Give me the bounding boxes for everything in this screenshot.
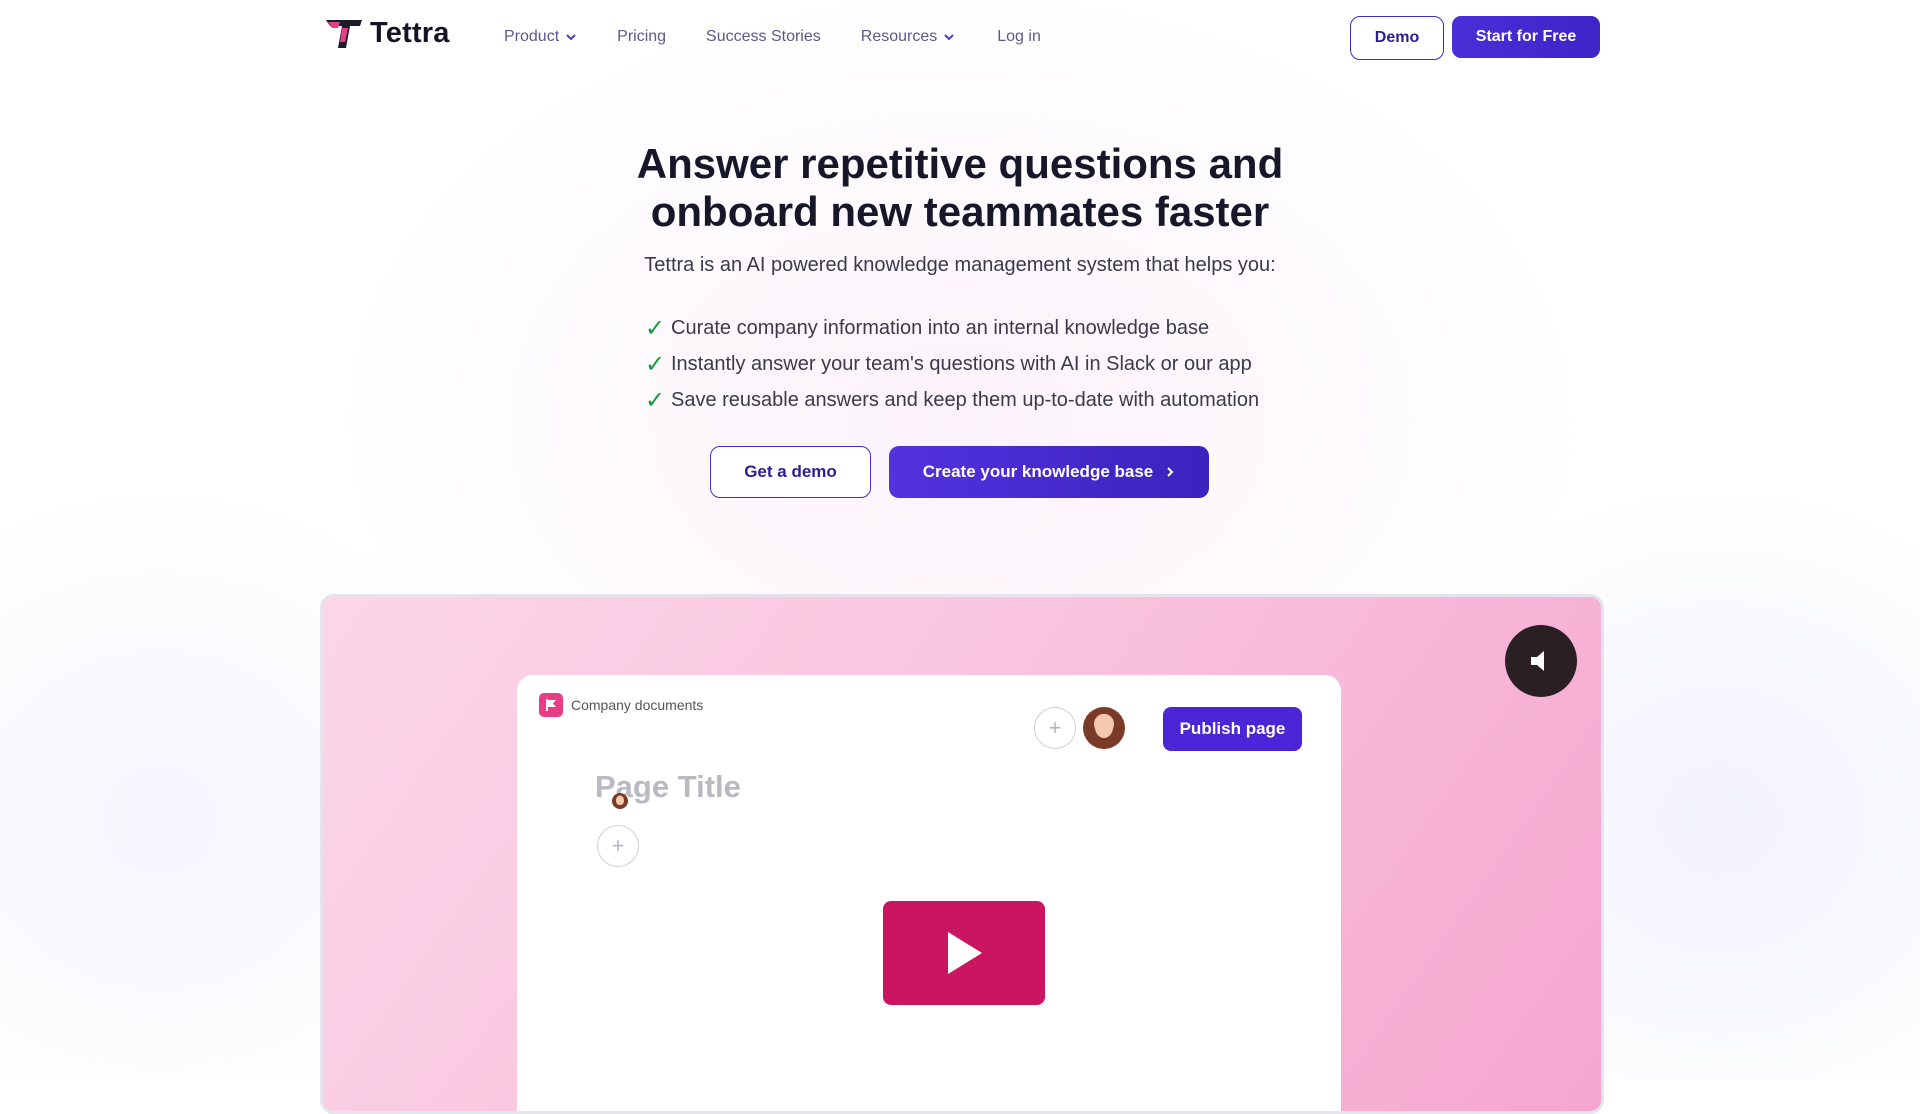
doc-folder-label: Company documents [571, 697, 704, 713]
benefit-list: ✓ Curate company information into an int… [645, 310, 1259, 418]
nav-resources-label: Resources [860, 28, 938, 45]
logo-text: Tettra [370, 16, 450, 49]
nav-login[interactable]: Log in [997, 28, 1041, 46]
create-knowledge-base-label: Create your knowledge base [922, 462, 1154, 481]
benefit-text: Save reusable answers and keep them up-t… [671, 388, 1260, 411]
nav-login-label: Log in [997, 28, 1041, 45]
benefit-item: ✓ Instantly answer your team's questions… [645, 346, 1259, 382]
nav-success-stories[interactable]: Success Stories [706, 28, 821, 46]
flag-icon [539, 693, 563, 717]
hero-cta-row: Get a demo Create your knowledge base [710, 446, 1209, 498]
add-collaborator-icon[interactable]: + [1034, 707, 1076, 749]
nav-success-stories-label: Success Stories [706, 28, 821, 45]
create-knowledge-base-button[interactable]: Create your knowledge base [889, 446, 1209, 498]
doc-breadcrumb: Company documents [539, 693, 703, 717]
add-block-icon[interactable]: + [597, 825, 639, 867]
benefit-item: ✓ Save reusable answers and keep them up… [645, 382, 1259, 418]
speaker-muted-icon [1531, 651, 1544, 671]
hero-subtitle: Tettra is an AI powered knowledge manage… [644, 254, 1276, 276]
checkmark-icon: ✓ [645, 314, 666, 342]
chevron-down-icon [566, 34, 576, 41]
chevron-down-icon [944, 34, 954, 41]
hero-title-line2: onboard new teammates faster [650, 188, 1270, 235]
document-editor-card: Company documents + Publish page Page Ti… [517, 675, 1341, 1111]
avatar [1083, 707, 1125, 749]
top-navigation: Tettra Product Pricing Success Stories R… [0, 0, 1920, 76]
nav-links: Product Pricing Success Stories Resource… [504, 28, 1041, 46]
benefit-text: Instantly answer your team's questions w… [671, 352, 1252, 375]
mute-button[interactable] [1505, 625, 1577, 697]
chevron-right-icon [1167, 467, 1174, 477]
benefit-text: Curate company information into an inter… [671, 316, 1210, 339]
nav-pricing[interactable]: Pricing [617, 28, 666, 46]
play-button[interactable] [883, 901, 1045, 1005]
demo-button[interactable]: Demo [1350, 16, 1444, 60]
tettra-logo-icon [326, 20, 362, 48]
start-for-free-button[interactable]: Start for Free [1452, 16, 1600, 58]
play-icon [948, 932, 982, 974]
nav-product-label: Product [504, 28, 560, 45]
hero-section: Answer repetitive questions and onboard … [0, 140, 1920, 498]
nav-product[interactable]: Product [504, 28, 577, 46]
benefit-item: ✓ Curate company information into an int… [645, 310, 1259, 346]
nav-resources[interactable]: Resources [861, 28, 955, 46]
hero-title: Answer repetitive questions and onboard … [580, 140, 1340, 236]
cursor-avatar [612, 793, 628, 809]
product-video[interactable]: Company documents + Publish page Page Ti… [320, 594, 1604, 1114]
get-demo-button[interactable]: Get a demo [710, 446, 871, 498]
publish-page-button[interactable]: Publish page [1163, 707, 1302, 751]
checkmark-icon: ✓ [645, 350, 666, 378]
hero-title-line1: Answer repetitive questions and [636, 140, 1284, 187]
logo[interactable]: Tettra [324, 16, 450, 50]
nav-pricing-label: Pricing [617, 28, 667, 45]
checkmark-icon: ✓ [645, 386, 666, 414]
